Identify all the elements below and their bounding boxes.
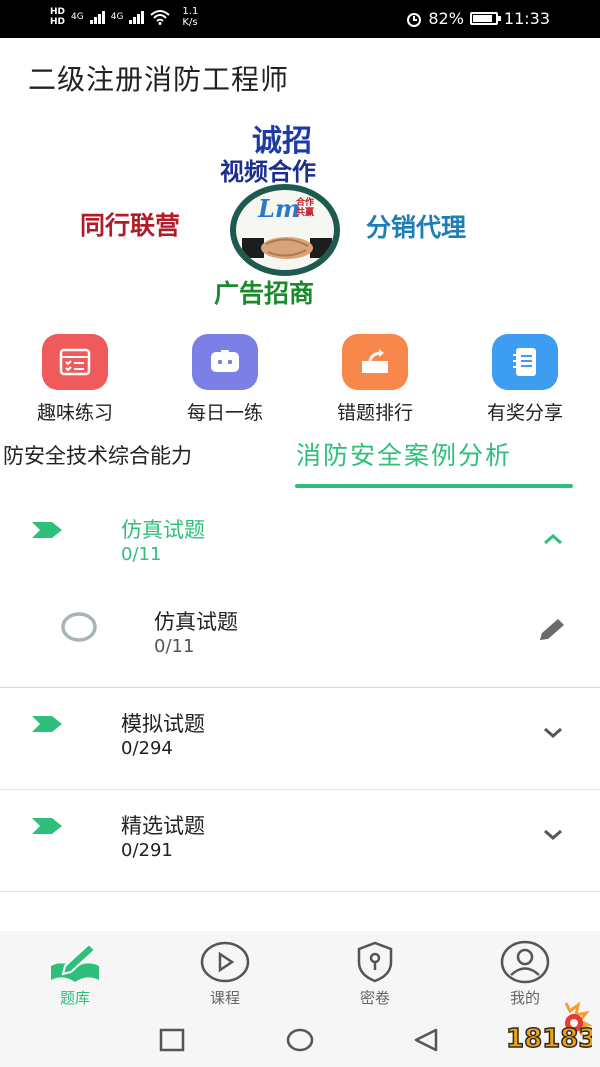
shortcut-share-reward[interactable]: 有奖分享 <box>450 334 600 425</box>
nav-question-bank[interactable]: 题库 <box>25 939 125 1008</box>
shortcut-fun-practice[interactable]: 趣味练习 <box>0 334 150 425</box>
shortcut-label: 有奖分享 <box>486 402 563 424</box>
category-count: 0/294 <box>121 738 173 759</box>
category-count: 0/291 <box>121 840 173 861</box>
chevron-down-icon[interactable] <box>542 726 564 740</box>
pencil-icon[interactable] <box>536 616 570 644</box>
shortcut-wrong-ranking[interactable]: 错题排行 <box>300 334 450 425</box>
banner-distribution-text: 分销代理 <box>366 213 467 242</box>
banner-logo: Lm 合作 共赢 <box>230 184 340 276</box>
book-pen-icon <box>25 939 125 985</box>
shield-lock-icon <box>325 939 425 985</box>
signal-1-icon <box>89 10 105 24</box>
logo-tag-1: 合作 <box>296 198 315 208</box>
banner-video-text: 视频合作 <box>220 157 316 186</box>
hd-label-bottom: HD <box>50 17 66 27</box>
hd-label-top: HD <box>50 7 66 17</box>
logo-tag-2: 共赢 <box>296 208 315 218</box>
robot-icon <box>192 334 258 390</box>
home-circle-icon[interactable] <box>285 1027 315 1053</box>
network-speed: 1.1 K/s <box>182 6 198 28</box>
nav-label: 题库 <box>59 989 90 1007</box>
wifi-icon <box>150 10 171 25</box>
network-type-1: 4G <box>71 12 84 22</box>
subcategory-count: 0/11 <box>154 636 195 657</box>
network-type-2: 4G <box>110 12 124 22</box>
category-row-selected[interactable]: 精选试题 0/291 <box>0 790 600 892</box>
nav-label: 课程 <box>209 989 240 1007</box>
hd-indicator: HD HD <box>50 7 65 27</box>
category-title: 模拟试题 <box>121 712 205 736</box>
shortcut-daily-practice[interactable]: 每日一练 <box>150 334 300 425</box>
promo-banner[interactable]: 诚招 视频合作 同行联营 分销代理 Lm 合作 共赢 广告招商 <box>70 110 530 320</box>
banner-ads-text: 广告招商 <box>214 279 315 308</box>
logo-tag: 合作 共赢 <box>296 198 314 218</box>
subcategory-title: 仿真试题 <box>154 610 238 634</box>
shortcut-label: 趣味练习 <box>36 402 113 424</box>
user-icon <box>475 939 575 985</box>
category-count: 0/11 <box>121 544 162 565</box>
watermark-logo: 18183 <box>504 997 597 1057</box>
tab-case-analysis[interactable]: 消防安全案例分析 <box>296 436 512 472</box>
speed-value: 1.1 <box>182 6 199 17</box>
play-circle-icon <box>175 939 275 985</box>
chevron-up-icon[interactable] <box>542 532 564 546</box>
shortcut-grid: 趣味练习 每日一练 错题排行 有奖分享 <box>0 334 600 424</box>
back-triangle-icon[interactable] <box>412 1027 440 1053</box>
flag-icon <box>32 716 62 732</box>
share-box-icon <box>342 334 408 390</box>
subject-tabs: 防安全技术综合能力 消防安全案例分析 <box>0 436 600 492</box>
page-title: 二级注册消防工程师 <box>28 63 290 96</box>
subcategory-row-simulation[interactable]: 仿真试题 0/11 <box>0 586 600 688</box>
notebook-icon <box>492 334 558 390</box>
tab-technical-ability[interactable]: 防安全技术综合能力 <box>3 440 192 470</box>
status-right: 82% 11:33 <box>406 9 550 28</box>
shortcut-label: 错题排行 <box>336 402 413 424</box>
recents-square-icon[interactable] <box>158 1027 186 1053</box>
flag-icon <box>32 522 62 538</box>
category-row-simulation[interactable]: 仿真试题 0/11 <box>0 494 600 586</box>
watermark-text: 18183 <box>506 1024 592 1054</box>
category-title: 仿真试题 <box>121 518 205 542</box>
status-left: HD HD 4G 4G 1.1 K/s <box>50 6 198 28</box>
clock: 11:33 <box>503 9 550 28</box>
alarm-icon <box>407 12 422 27</box>
flag-icon <box>32 818 62 834</box>
signal-2-icon <box>129 10 145 24</box>
category-row-mock[interactable]: 模拟试题 0/294 <box>0 688 600 790</box>
nav-course[interactable]: 课程 <box>175 939 275 1008</box>
speed-unit: K/s <box>182 17 198 28</box>
handshake-icon <box>242 237 332 259</box>
status-bar: HD HD 4G 4G 1.1 K/s 82% 11:33 <box>0 0 600 38</box>
logo-mark: Lm <box>258 194 301 223</box>
shortcut-label: 每日一练 <box>186 402 263 424</box>
checklist-icon <box>42 334 108 390</box>
active-tab-indicator <box>295 484 573 488</box>
category-title: 精选试题 <box>121 814 205 838</box>
battery-icon <box>469 12 501 25</box>
radio-circle-icon[interactable] <box>60 612 98 642</box>
nav-label: 密卷 <box>359 989 390 1007</box>
battery-percent: 82% <box>428 9 464 28</box>
nav-secret-paper[interactable]: 密卷 <box>325 939 425 1008</box>
chevron-down-icon[interactable] <box>542 828 564 842</box>
banner-peer-text: 同行联营 <box>80 211 181 240</box>
